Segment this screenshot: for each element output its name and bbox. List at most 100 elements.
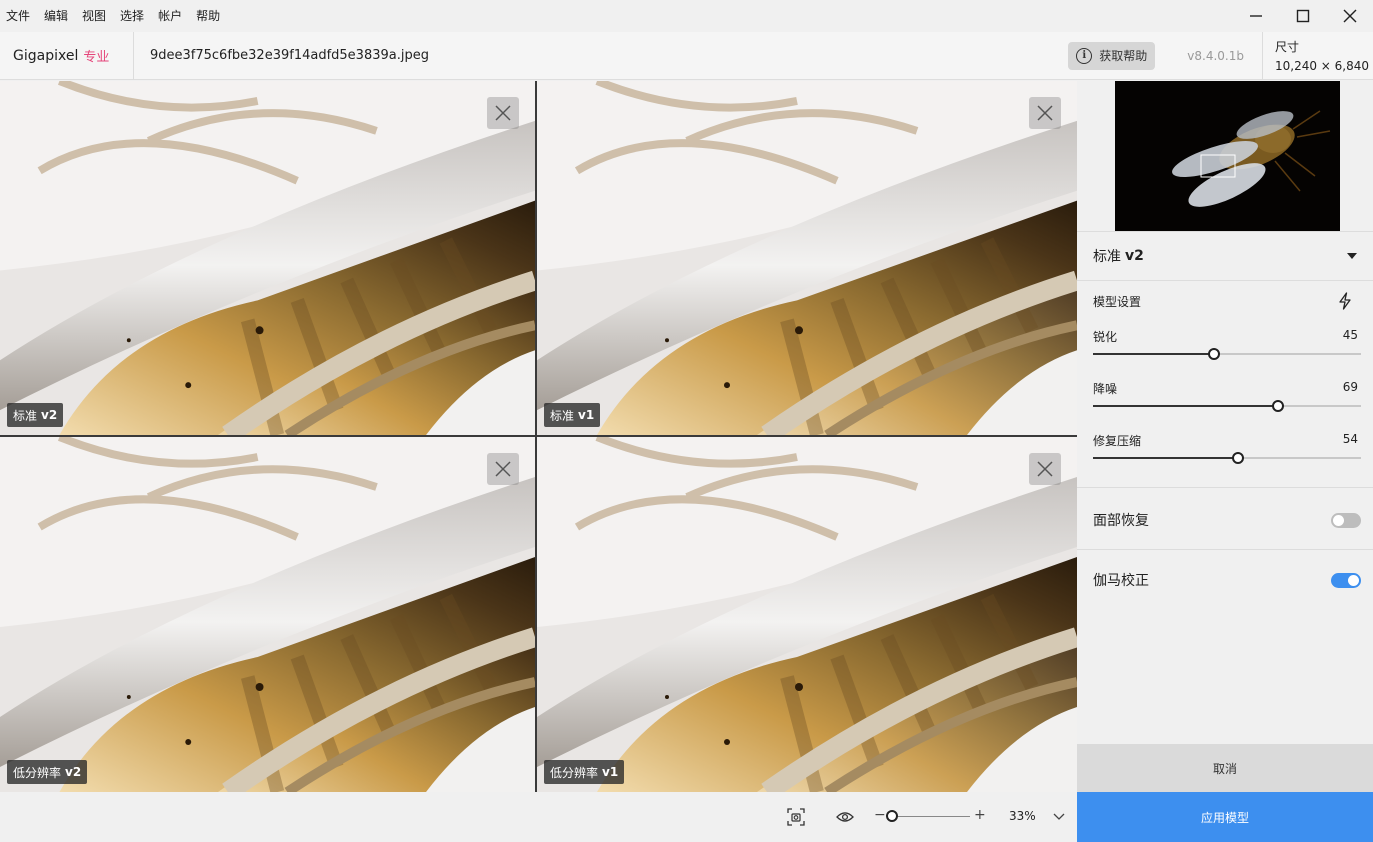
app-brand: Gigapixel 专业 xyxy=(0,31,134,80)
chevron-down-icon[interactable] xyxy=(1052,809,1066,823)
face-recovery-toggle[interactable] xyxy=(1331,512,1361,528)
slider-label: 锐化 xyxy=(1093,330,1118,344)
get-help-label: 获取帮助 xyxy=(1099,49,1148,63)
cicada-closeup-image xyxy=(0,437,535,792)
slider-label: 修复压缩 xyxy=(1093,434,1142,448)
preview-model-version: v2 xyxy=(65,765,82,779)
slider-label: 降噪 xyxy=(1093,382,1118,396)
preview-model-name: 低分辨率 xyxy=(13,765,62,780)
slider-fill xyxy=(1093,353,1214,355)
divider xyxy=(1077,487,1373,488)
menu-edit[interactable]: 编辑 xyxy=(37,0,75,32)
slider-fill xyxy=(1093,405,1278,407)
get-help-button[interactable]: i 获取帮助 xyxy=(1068,41,1156,70)
slider-value[interactable]: 54 xyxy=(1343,432,1358,446)
output-size-label: 尺寸 xyxy=(1275,39,1300,54)
menubar: 文件 编辑 视图 选择 帐户 帮助 xyxy=(0,0,1373,32)
gamma-correction-row: 伽马校正 xyxy=(1093,568,1361,592)
preview-model-version: v1 xyxy=(602,765,619,779)
cicada-closeup-image xyxy=(537,437,1077,792)
model-dropdown[interactable]: 标准 v2 xyxy=(1077,231,1373,281)
remove-preview-button[interactable] xyxy=(1029,453,1061,485)
close-icon xyxy=(1037,105,1053,121)
model-name: 标准 xyxy=(1093,249,1121,265)
file-name: 9dee3f75c6fbe32e39f14adfd5e3839a.jpeg xyxy=(150,48,429,63)
screenshot-compare-icon[interactable] xyxy=(787,808,805,826)
menu-view[interactable]: 视图 xyxy=(75,0,113,32)
preview-tile-lowres-v1[interactable]: 低分辨率 v1 xyxy=(537,437,1077,792)
zoom-level[interactable]: 33% xyxy=(1009,809,1036,823)
slider-fill xyxy=(1093,457,1238,459)
preview-model-name: 低分辨率 xyxy=(550,765,599,780)
maximize-button[interactable] xyxy=(1279,0,1326,32)
preview-model-version: v2 xyxy=(41,408,58,422)
close-window-button[interactable] xyxy=(1326,0,1373,32)
preview-label: 标准 v2 xyxy=(7,403,64,427)
preview-model-name: 标准 xyxy=(13,408,38,423)
bottom-toolbar: − + 33% xyxy=(0,792,1077,842)
remove-preview-button[interactable] xyxy=(487,97,519,129)
maximize-icon xyxy=(1296,9,1309,23)
eye-preview-icon[interactable] xyxy=(836,808,854,826)
settings-panel: 标准 v2 模型设置 锐化 45 降噪 69 修复压缩 54 面部恢复 伽马校正 xyxy=(1077,81,1373,842)
slider-value[interactable]: 45 xyxy=(1343,328,1358,342)
slider-track[interactable] xyxy=(1093,452,1361,464)
slider-handle[interactable] xyxy=(1231,452,1244,464)
remove-preview-button[interactable] xyxy=(487,453,519,485)
preview-tile-standard-v2[interactable]: 标准 v2 xyxy=(0,81,535,435)
slider-0[interactable]: 锐化 45 xyxy=(1093,328,1361,372)
face-recovery-label: 面部恢复 xyxy=(1093,513,1149,529)
slider-2[interactable]: 修复压缩 54 xyxy=(1093,432,1361,476)
slider-handle[interactable] xyxy=(1207,348,1220,360)
preview-label: 标准 v1 xyxy=(544,403,601,427)
cancel-button[interactable]: 取消 xyxy=(1077,744,1373,792)
preview-label: 低分辨率 v1 xyxy=(544,760,625,784)
zoom-slider-handle[interactable] xyxy=(886,810,899,822)
slider-track[interactable] xyxy=(1093,400,1361,412)
menu-select[interactable]: 选择 xyxy=(113,0,151,32)
app-tier: 专业 xyxy=(83,50,110,65)
cicada-closeup-image xyxy=(537,81,1077,435)
slider-1[interactable]: 降噪 69 xyxy=(1093,380,1361,424)
zoom-slider-track[interactable] xyxy=(888,816,970,817)
navigator-thumbnail[interactable] xyxy=(1115,81,1340,231)
auto-bolt-icon[interactable] xyxy=(1337,292,1353,310)
model-settings-title: 模型设置 xyxy=(1093,295,1142,309)
close-icon xyxy=(495,105,511,121)
face-recovery-row: 面部恢复 xyxy=(1093,508,1361,532)
slider-handle[interactable] xyxy=(1271,400,1284,412)
close-icon xyxy=(495,461,511,477)
preview-model-version: v1 xyxy=(578,408,595,422)
zoom-in-button[interactable]: + xyxy=(974,807,986,823)
cicada-thumbnail-image xyxy=(1115,81,1340,231)
menu-file[interactable]: 文件 xyxy=(0,0,37,32)
preview-model-name: 标准 xyxy=(550,408,575,423)
output-size-value: 10,240 × 6,840 xyxy=(1275,58,1370,73)
menu-account[interactable]: 帐户 xyxy=(151,0,189,32)
preview-grid: 标准 v2 标准 v1 低分辨率 v2 低分辨率 v1 xyxy=(0,81,1077,792)
remove-preview-button[interactable] xyxy=(1029,97,1061,129)
window-controls xyxy=(1232,0,1373,32)
preview-tile-standard-v1[interactable]: 标准 v1 xyxy=(537,81,1077,435)
slider-value[interactable]: 69 xyxy=(1343,380,1358,394)
header-bar: Gigapixel 专业 9dee3f75c6fbe32e39f14adfd5e… xyxy=(0,31,1373,80)
info-icon: i xyxy=(1076,47,1093,64)
apply-model-button[interactable]: 应用模型 xyxy=(1077,792,1373,842)
output-size: 尺寸 10,240 × 6,840 xyxy=(1262,31,1373,80)
minimize-icon xyxy=(1249,15,1262,17)
model-version: v2 xyxy=(1125,248,1144,264)
gamma-correction-label: 伽马校正 xyxy=(1093,573,1149,589)
close-icon xyxy=(1343,9,1356,23)
cicada-closeup-image xyxy=(0,81,535,435)
app-version: v8.4.0.1b xyxy=(1187,48,1244,63)
app-name: Gigapixel xyxy=(13,47,79,64)
gamma-correction-toggle[interactable] xyxy=(1331,572,1361,588)
close-icon xyxy=(1037,461,1053,477)
slider-track[interactable] xyxy=(1093,348,1361,360)
divider xyxy=(1077,549,1373,550)
minimize-button[interactable] xyxy=(1232,0,1279,32)
zoom-out-button[interactable]: − xyxy=(874,807,886,823)
preview-tile-lowres-v2[interactable]: 低分辨率 v2 xyxy=(0,437,535,792)
preview-label: 低分辨率 v2 xyxy=(7,760,88,784)
menu-help[interactable]: 帮助 xyxy=(189,0,227,32)
